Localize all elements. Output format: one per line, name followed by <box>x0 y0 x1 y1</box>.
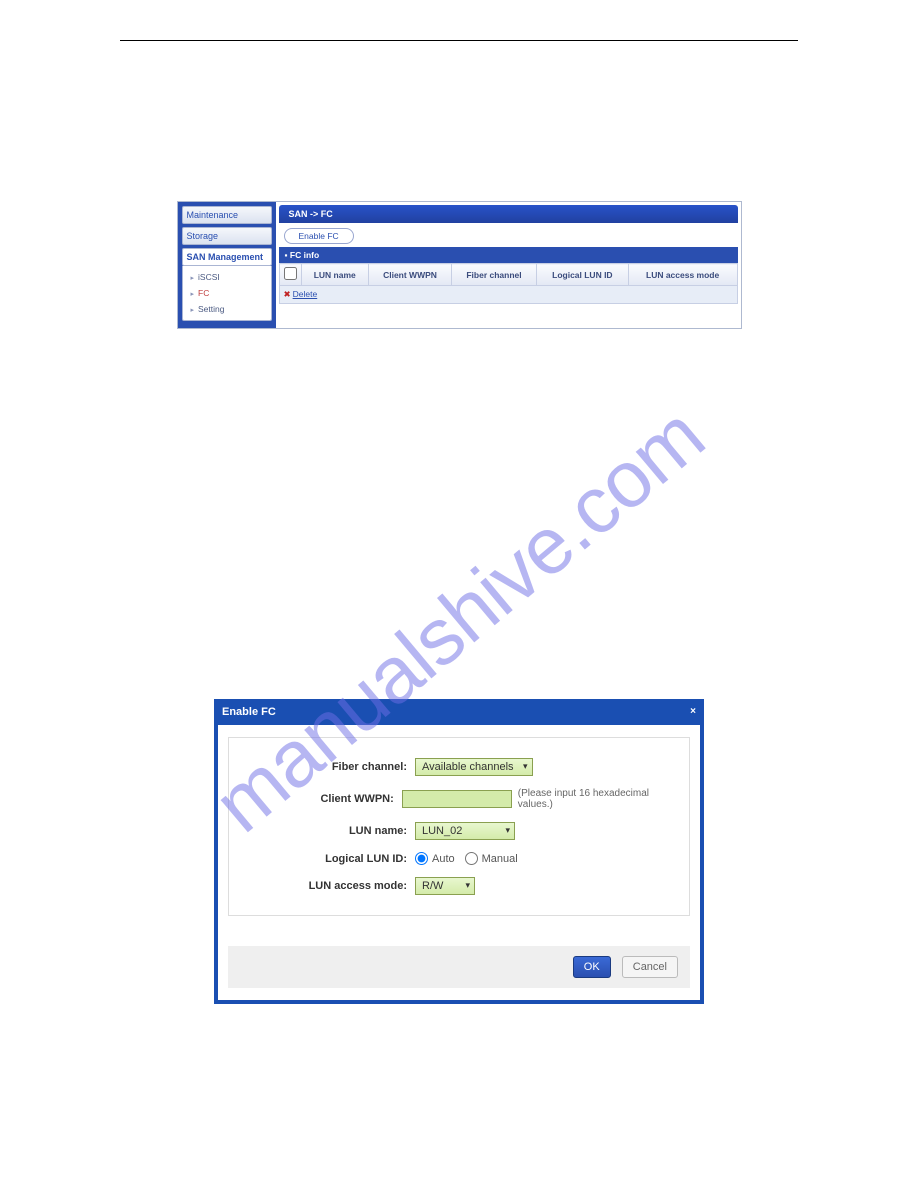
dialog-title-bar: Enable FC × <box>218 703 700 725</box>
san-fc-screenshot: Maintenance Storage SAN Management iSCSI… <box>177 201 742 329</box>
label-client-wwpn: Client WWPN: <box>245 793 402 805</box>
access-mode-dropdown[interactable]: R/W <box>415 877 475 895</box>
dialog-inner: Fiber channel: Available channels Client… <box>228 737 690 916</box>
collapse-icon[interactable]: ▪ <box>285 250 288 260</box>
dialog-footer: OK Cancel <box>228 946 690 988</box>
row-access-mode: LUN access mode: R/W <box>245 871 673 901</box>
fiber-channel-dropdown[interactable]: Available channels <box>415 758 533 776</box>
sidebar-item-fc[interactable]: FC <box>183 285 271 301</box>
radio-manual[interactable] <box>465 852 478 865</box>
col-lun-name: LUN name <box>301 264 368 286</box>
col-logical-lun-id: Logical LUN ID <box>536 264 628 286</box>
divider <box>120 40 798 41</box>
label-lun-name: LUN name: <box>245 825 415 837</box>
enable-fc-dialog: Enable FC × Fiber channel: Available cha… <box>214 699 704 1004</box>
delete-link[interactable]: Delete <box>293 289 318 299</box>
sidebar-item-setting[interactable]: Setting <box>183 301 271 317</box>
col-access-mode: LUN access mode <box>628 264 737 286</box>
sidebar: Maintenance Storage SAN Management iSCSI… <box>178 202 276 328</box>
label-access-mode: LUN access mode: <box>245 880 415 892</box>
label-fiber-channel: Fiber channel: <box>245 761 415 773</box>
select-all-column <box>279 264 301 286</box>
dialog-title: Enable FC <box>222 706 276 718</box>
cancel-button[interactable]: Cancel <box>622 956 678 978</box>
radio-auto-label: Auto <box>432 853 455 865</box>
radio-manual-label: Manual <box>482 853 518 865</box>
fc-info-label: FC info <box>290 250 319 260</box>
col-fiber-channel: Fiber channel <box>452 264 537 286</box>
row-fiber-channel: Fiber channel: Available channels <box>245 752 673 782</box>
sidebar-sec-maintenance[interactable]: Maintenance <box>182 206 272 224</box>
fc-info-header: ▪ FC info <box>279 247 738 263</box>
dialog-body: Fiber channel: Available channels Client… <box>218 725 700 1000</box>
select-all-checkbox[interactable] <box>284 267 297 280</box>
client-wwpn-input[interactable] <box>402 790 512 808</box>
main-panel: SAN -> FC Enable FC ▪ FC info LUN name C… <box>276 202 741 328</box>
client-wwpn-hint: (Please input 16 hexadecimal values.) <box>518 788 673 810</box>
lun-name-dropdown[interactable]: LUN_02 <box>415 822 515 840</box>
row-lun-name: LUN name: LUN_02 <box>245 816 673 846</box>
fc-table: LUN name Client WWPN Fiber channel Logic… <box>279 263 738 304</box>
sidebar-sec-storage[interactable]: Storage <box>182 227 272 245</box>
close-icon[interactable]: × <box>690 706 696 717</box>
col-client-wwpn: Client WWPN <box>368 264 451 286</box>
radio-auto[interactable] <box>415 852 428 865</box>
sidebar-item-iscsi[interactable]: iSCSI <box>183 269 271 285</box>
table-footer: ✖Delete <box>279 286 737 304</box>
sidebar-sec-san-management[interactable]: SAN Management <box>182 248 272 266</box>
delete-icon: ✖ <box>284 289 291 299</box>
breadcrumb: SAN -> FC <box>279 205 738 223</box>
sidebar-items: iSCSI FC Setting <box>182 266 272 321</box>
row-logical-lun-id: Logical LUN ID: Auto Manual <box>245 846 673 871</box>
label-logical-lun-id: Logical LUN ID: <box>245 853 415 865</box>
enable-fc-button[interactable]: Enable FC <box>284 228 354 244</box>
ok-button[interactable]: OK <box>573 956 611 978</box>
button-row: Enable FC <box>276 223 741 247</box>
row-client-wwpn: Client WWPN: (Please input 16 hexadecima… <box>245 782 673 816</box>
